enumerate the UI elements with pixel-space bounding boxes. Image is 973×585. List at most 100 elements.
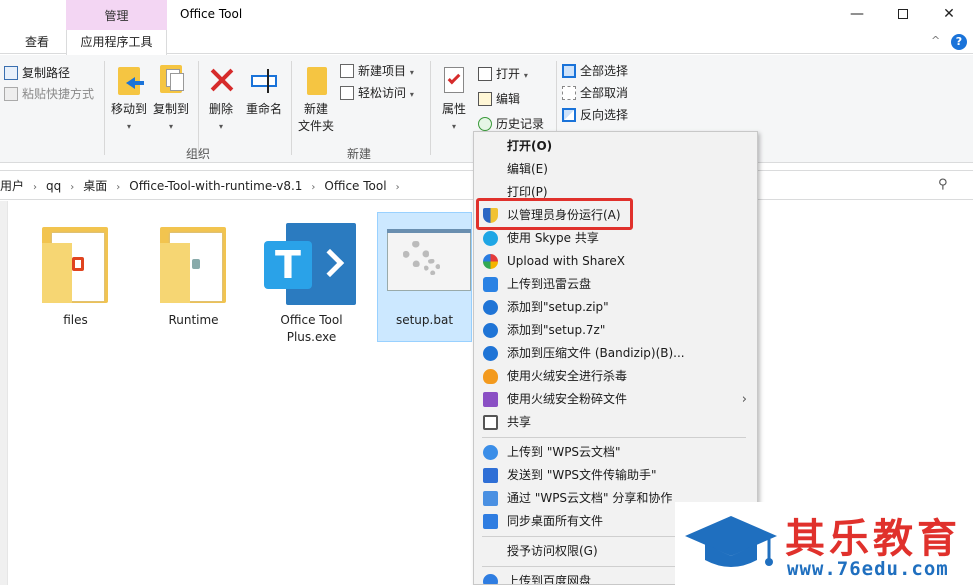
collapse-ribbon-icon[interactable]: ^ xyxy=(931,34,940,47)
bandizip-icon xyxy=(483,300,498,315)
file-name: setup.bat xyxy=(395,313,454,327)
wps-share-icon xyxy=(483,491,498,506)
breadcrumb: 用户 › qq › 桌面 › Office-Tool-with-runtime-v8.1 › O… xyxy=(0,177,409,194)
select-none-label: 全部取消 xyxy=(580,86,629,100)
menu-item-edit[interactable]: 编辑(E) xyxy=(474,158,757,181)
new-folder-button[interactable]: 新建 文件夹 xyxy=(296,63,336,135)
breadcrumb-chevron-icon[interactable]: › xyxy=(70,182,74,193)
menu-item-huorong-shred[interactable]: 使用火绒安全粉碎文件 › xyxy=(474,388,757,411)
menu-item-thunder-cloud[interactable]: 上传到迅雷云盘 xyxy=(474,273,757,296)
menu-item-label: Upload with ShareX xyxy=(507,254,625,268)
invert-selection-button[interactable]: 反向选择 xyxy=(562,105,628,125)
file-item-files[interactable]: files xyxy=(28,213,123,329)
edit-button[interactable]: 编辑 xyxy=(478,89,520,109)
breadcrumb-item[interactable]: 桌面 xyxy=(83,177,107,194)
menu-item-label: 通过 "WPS云文档" 分享和协作 xyxy=(507,491,673,505)
thunder-cloud-icon xyxy=(483,277,498,292)
breadcrumb-chevron-icon[interactable]: › xyxy=(116,182,120,193)
menu-item-label: 添加到"setup.7z" xyxy=(507,323,606,337)
office-logo-icon xyxy=(72,257,84,271)
paste-shortcut-label: 粘贴快捷方式 xyxy=(22,87,95,101)
easy-access-icon xyxy=(340,85,354,100)
search-icon[interactable]: ⚲ xyxy=(938,177,948,192)
file-item-runtime[interactable]: Runtime xyxy=(146,213,241,329)
file-name: Runtime xyxy=(168,313,219,327)
properties-button[interactable]: 属性 ▾ xyxy=(436,63,472,135)
select-all-button[interactable]: 全部选择 xyxy=(562,61,628,81)
breadcrumb-item[interactable]: qq xyxy=(46,179,61,193)
skype-icon xyxy=(483,231,498,246)
maximize-button[interactable] xyxy=(880,0,926,30)
copy-to-button[interactable]: 复制到 ▾ xyxy=(151,63,191,135)
minimize-button[interactable]: — xyxy=(834,0,880,30)
copy-path-button[interactable]: 复制路径 xyxy=(4,63,70,83)
new-folder-icon xyxy=(299,63,333,97)
menu-item-label: 使用火绒安全粉碎文件 xyxy=(507,392,628,406)
new-item-label: 新建项目 xyxy=(358,64,407,78)
share-icon xyxy=(483,415,498,430)
easy-access-label: 轻松访问 xyxy=(358,86,407,100)
copy-to-label: 复制到 xyxy=(152,102,189,116)
help-icon[interactable]: ? xyxy=(951,34,967,50)
menu-item-wps-upload[interactable]: 上传到 "WPS云文档" xyxy=(474,441,757,464)
delete-button[interactable]: 删除 ▾ xyxy=(202,63,240,135)
file-item-office-tool-plus[interactable]: T Office Tool Plus.exe xyxy=(264,213,359,346)
rename-label: 重命名 xyxy=(245,102,282,116)
bandizip-icon xyxy=(483,346,498,361)
new-item-button[interactable]: 新建项目 ▾ xyxy=(340,61,414,81)
baidu-icon xyxy=(483,574,498,584)
rename-button[interactable]: 重命名 xyxy=(243,63,285,118)
properties-label: 属性 xyxy=(441,102,466,116)
navigation-pane[interactable] xyxy=(0,201,8,585)
new-item-caret: ▾ xyxy=(409,68,414,77)
breadcrumb-chevron-icon[interactable]: › xyxy=(396,182,400,193)
paste-shortcut-button[interactable]: 粘贴快捷方式 xyxy=(4,84,94,104)
file-item-setup-bat[interactable]: setup.bat xyxy=(377,212,472,342)
menu-item-skype-share[interactable]: 使用 Skype 共享 xyxy=(474,227,757,250)
properties-caret: ▾ xyxy=(451,122,456,131)
menu-item-label: 打印(P) xyxy=(507,185,548,199)
menu-item-label: 打开(O) xyxy=(507,139,553,153)
menu-item-open[interactable]: 打开(O) xyxy=(474,135,757,158)
edit-label: 编辑 xyxy=(496,92,521,106)
tab-view[interactable]: 查看 xyxy=(16,30,58,54)
breadcrumb-item[interactable]: Office-Tool-with-runtime-v8.1 xyxy=(129,179,302,193)
batch-file-gear-icon xyxy=(378,213,473,308)
select-none-icon xyxy=(562,85,576,100)
easy-access-caret: ▾ xyxy=(409,90,414,99)
menu-item-sharex[interactable]: Upload with ShareX xyxy=(474,250,757,273)
menu-item-label: 共享 xyxy=(507,415,532,429)
select-none-button[interactable]: 全部取消 xyxy=(562,83,628,103)
rename-icon xyxy=(247,63,281,97)
menu-item-label: 上传到迅雷云盘 xyxy=(507,277,592,291)
breadcrumb-item[interactable]: Office Tool xyxy=(324,179,386,193)
menu-item-share[interactable]: 共享 xyxy=(474,411,757,434)
runtime-gear-icon xyxy=(192,259,200,269)
shredder-icon xyxy=(483,392,498,407)
menu-item-add-7z[interactable]: 添加到"setup.7z" xyxy=(474,319,757,342)
manage-context-tab[interactable]: 管理 xyxy=(66,0,167,30)
menu-separator xyxy=(482,437,746,438)
open-button[interactable]: 打开 ▾ xyxy=(478,64,528,84)
close-button[interactable]: ✕ xyxy=(926,0,972,30)
ribbon-separator xyxy=(291,61,292,155)
menu-item-huorong-scan[interactable]: 使用火绒安全进行杀毒 xyxy=(474,365,757,388)
breadcrumb-item[interactable]: 用户 xyxy=(0,177,24,194)
office-tool-plus-app-icon: T xyxy=(264,213,359,308)
menu-item-label: 同步桌面所有文件 xyxy=(507,514,604,528)
menu-item-label: 添加到"setup.zip" xyxy=(507,300,609,314)
folder-icon xyxy=(146,213,241,308)
menu-item-bandizip[interactable]: 添加到压缩文件 (Bandizip)(B)... xyxy=(474,342,757,365)
menu-item-label: 授予访问权限(G) xyxy=(507,544,598,558)
tab-app-tools[interactable]: 应用程序工具 xyxy=(66,30,167,55)
breadcrumb-chevron-icon[interactable]: › xyxy=(33,182,37,193)
menu-item-wps-send[interactable]: 发送到 "WPS文件传输助手" xyxy=(474,464,757,487)
new-folder-label-line2: 文件夹 xyxy=(297,119,334,133)
breadcrumb-chevron-icon[interactable]: › xyxy=(311,182,315,193)
sync-icon xyxy=(483,514,498,529)
easy-access-button[interactable]: 轻松访问 ▾ xyxy=(340,83,414,103)
window-title: Office Tool xyxy=(180,7,243,21)
graduation-cap-icon xyxy=(685,516,777,567)
menu-item-add-zip[interactable]: 添加到"setup.zip" xyxy=(474,296,757,319)
move-to-button[interactable]: 移动到 ▾ xyxy=(109,63,149,135)
